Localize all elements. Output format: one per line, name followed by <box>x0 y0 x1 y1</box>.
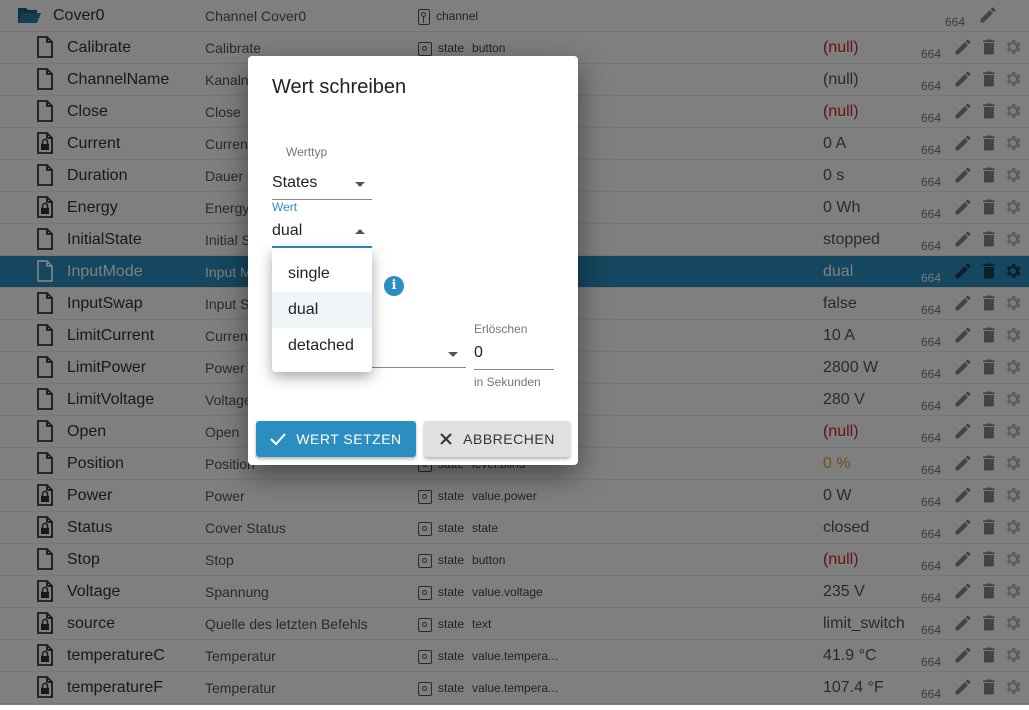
option-single[interactable]: single <box>272 256 372 292</box>
type-label: Werttyp <box>286 145 328 159</box>
expire-hint: in Sekunden <box>474 375 541 389</box>
value-select-value: dual <box>272 222 303 239</box>
type-select[interactable]: States <box>272 168 372 200</box>
cancel-button[interactable]: ABBRECHEN <box>424 421 570 457</box>
set-value-button[interactable]: WERT SETZEN <box>256 421 416 457</box>
value-select[interactable]: dual <box>272 216 372 248</box>
close-icon <box>440 433 452 445</box>
chevron-down-icon <box>448 352 458 357</box>
type-select-value: States <box>272 174 318 191</box>
value-label: Wert <box>272 200 298 214</box>
cancel-label: ABBRECHEN <box>463 431 555 447</box>
info-icon[interactable]: i <box>384 276 404 296</box>
expire-input[interactable]: 0 <box>474 340 554 370</box>
option-dual[interactable]: dual <box>272 292 372 328</box>
value-dropdown-menu: single dual detached <box>272 248 372 372</box>
expire-input-value: 0 <box>474 344 483 361</box>
expire-label: Erlöschen <box>474 322 528 336</box>
chevron-down-icon <box>355 182 365 187</box>
set-value-label: WERT SETZEN <box>296 431 402 447</box>
option-detached[interactable]: detached <box>272 328 372 364</box>
chevron-up-icon <box>355 229 365 234</box>
dialog-title: Wert schreiben <box>272 76 407 98</box>
check-icon <box>270 433 287 446</box>
expire-underline <box>474 369 554 370</box>
